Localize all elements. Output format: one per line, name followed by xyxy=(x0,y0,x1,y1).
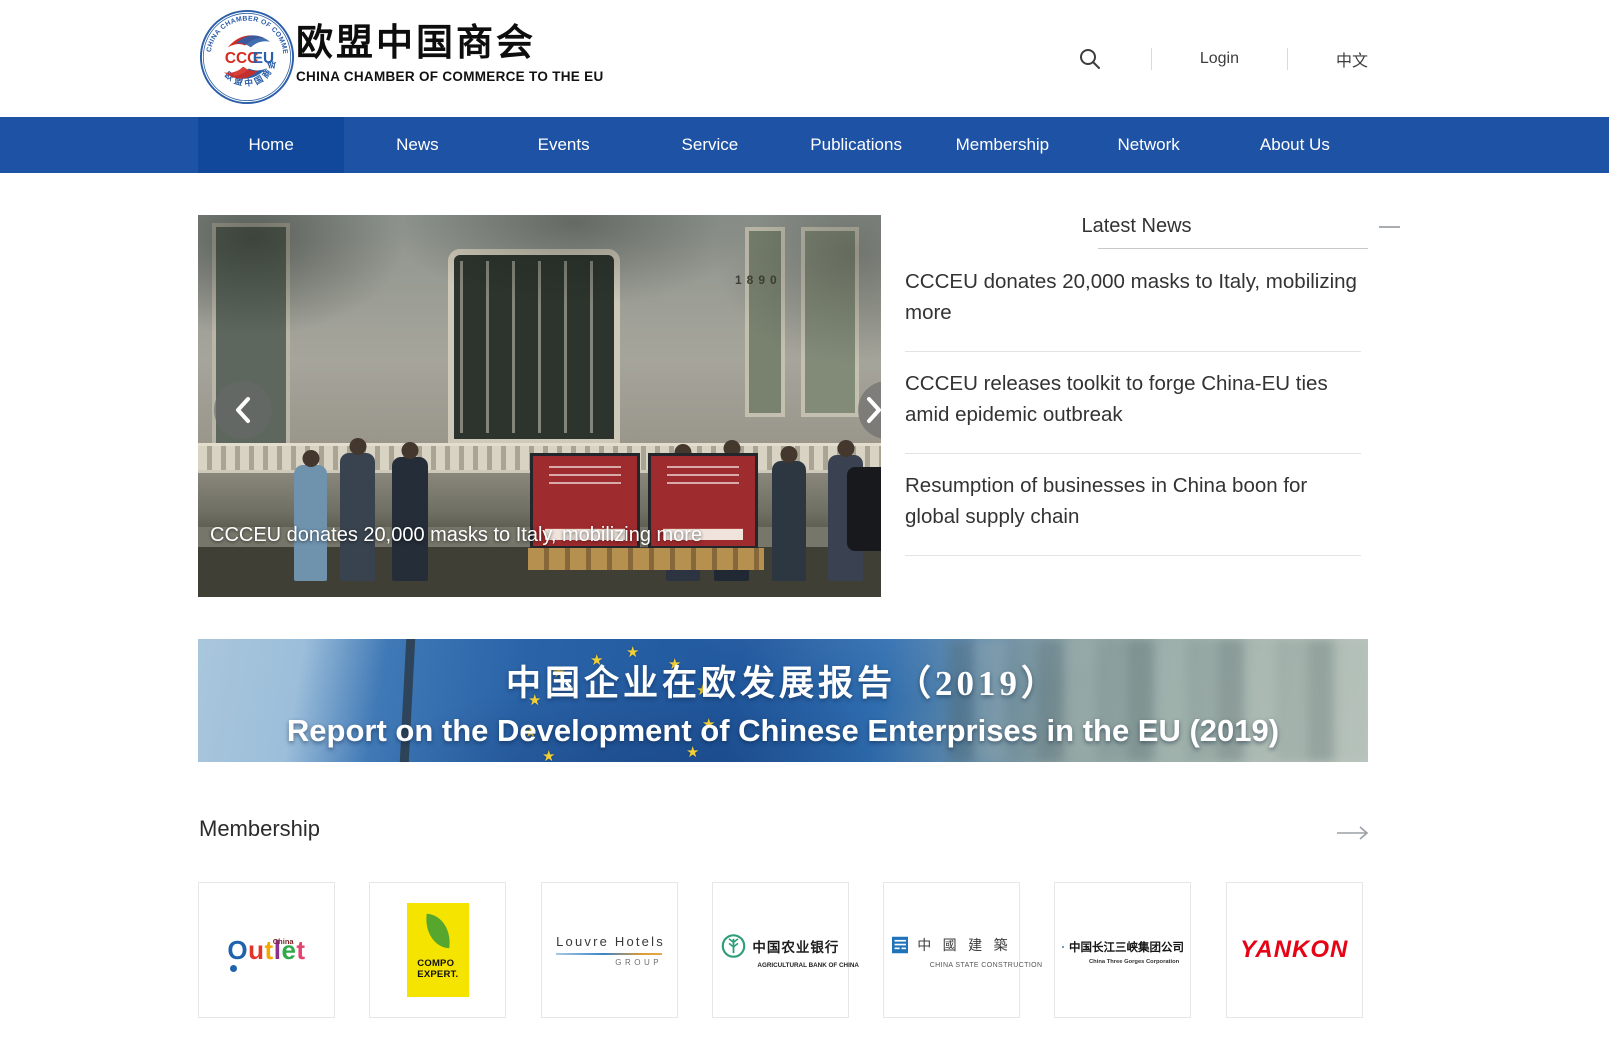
louvre-hotels-logo: Louvre Hotels GROUP xyxy=(556,934,662,967)
louvre-title: Louvre Hotels xyxy=(556,934,662,949)
nav-item-membership[interactable]: Membership xyxy=(929,117,1075,173)
language-toggle[interactable]: 中文 xyxy=(1336,47,1368,71)
compo-line1: COMPO xyxy=(417,959,458,970)
news-item[interactable]: CCCEU releases toolkit to forge China-EU… xyxy=(905,352,1361,454)
header-divider xyxy=(1151,48,1152,70)
leaf-icon xyxy=(423,914,452,949)
header: CHINA CHAMBER OF COMMERCE TO THE EU 欧盟中国… xyxy=(0,0,1609,117)
compo-line2: EXPERT. xyxy=(417,970,458,981)
main-nav: HomeNewsEventsServicePublicationsMembers… xyxy=(0,117,1609,173)
louvre-gradient-rule xyxy=(556,953,662,955)
member-card-china-state-construction[interactable]: 中 國 建 築 CHINA STATE CONSTRUCTION xyxy=(883,882,1020,1018)
compo-expert-logo: COMPO EXPERT. xyxy=(407,903,469,997)
cscec-emblem-icon xyxy=(892,932,909,958)
news-title-rule xyxy=(1098,248,1368,249)
outlet-letter: O xyxy=(227,935,248,965)
brand-title-cn: 欧盟中国商会 xyxy=(296,22,604,64)
header-divider xyxy=(1287,48,1288,70)
report-banner[interactable]: ★★★★★★★★★★ 中国企业在欧发展报告（2019） Report on th… xyxy=(198,639,1368,762)
membership-logo-row: Outlet China COMPO EXPERT. Louvre Hotels… xyxy=(198,882,1363,1018)
ctg-name-en: China Three Gorges Corporation xyxy=(1089,959,1184,965)
ctg-emblem-icon xyxy=(1062,936,1064,958)
yankon-logo: YANKON xyxy=(1240,936,1348,964)
member-card-china-three-gorges[interactable]: 中国长江三峡集团公司 China Three Gorges Corporatio… xyxy=(1054,882,1191,1018)
louvre-group-label: GROUP xyxy=(556,958,662,967)
chevron-right-icon xyxy=(865,396,881,424)
report-title-en: Report on the Development of Chinese Ent… xyxy=(198,713,1368,749)
membership-section-title: Membership xyxy=(199,816,320,842)
news-item[interactable]: Resumption of businesses in China boon f… xyxy=(905,454,1361,556)
news-item[interactable]: CCCEU donates 20,000 masks to Italy, mob… xyxy=(905,250,1361,352)
hero-carousel[interactable]: 1890 CCCEU donates 20,000 masks to Italy… xyxy=(198,215,881,597)
latest-news-title: Latest News xyxy=(905,215,1368,238)
abc-name-cn: 中国农业银行 xyxy=(752,936,839,956)
ctg-logo: 中国长江三峡集团公司 China Three Gorges Corporatio… xyxy=(1062,936,1184,965)
member-card-louvre-hotels[interactable]: Louvre Hotels GROUP xyxy=(541,882,678,1018)
carousel-prev-button[interactable] xyxy=(214,381,272,439)
outlet-letter: u xyxy=(248,935,264,965)
login-link[interactable]: Login xyxy=(1200,50,1239,68)
member-card-compo-expert[interactable]: COMPO EXPERT. xyxy=(369,882,506,1018)
seal-eu: EU xyxy=(253,50,274,67)
nav-items: HomeNewsEventsServicePublicationsMembers… xyxy=(198,117,1368,173)
cscec-logo: 中 國 建 築 CHINA STATE CONSTRUCTION xyxy=(892,932,1012,969)
abc-name-en: AGRICULTURAL BANK OF CHINA xyxy=(757,962,839,969)
cscec-name-cn: 中 國 建 築 xyxy=(917,935,1012,955)
chevron-left-icon xyxy=(234,396,252,424)
cscec-name-en: CHINA STATE CONSTRUCTION xyxy=(930,962,1012,969)
outlet-super-label: China xyxy=(273,929,294,955)
report-title-cn: 中国企业在欧发展报告（2019） xyxy=(198,655,1368,706)
nav-item-network[interactable]: Network xyxy=(1076,117,1222,173)
search-icon[interactable] xyxy=(1077,46,1103,72)
abc-logo: 中国农业银行 AGRICULTURAL BANK OF CHINA xyxy=(721,932,839,969)
nav-item-news[interactable]: News xyxy=(344,117,490,173)
news-list: CCCEU donates 20,000 masks to Italy, mob… xyxy=(905,250,1361,556)
eu-star-icon: ★ xyxy=(542,747,555,762)
abc-wheat-emblem-icon xyxy=(721,932,746,960)
member-card-yankon[interactable]: YANKON xyxy=(1226,882,1363,1018)
brand-block: 欧盟中国商会 CHINA CHAMBER OF COMMERCE TO THE … xyxy=(296,22,604,84)
header-actions: Login 中文 xyxy=(1077,0,1368,117)
nav-item-home[interactable]: Home xyxy=(198,117,344,173)
member-card-agricultural-bank[interactable]: 中国农业银行 AGRICULTURAL BANK OF CHINA xyxy=(712,882,849,1018)
latest-news-section: Latest News CCCEU donates 20,000 masks t… xyxy=(905,215,1368,238)
membership-more-arrow-icon[interactable] xyxy=(1336,825,1370,841)
outlet-logo: Outlet China xyxy=(227,937,305,963)
nav-item-service[interactable]: Service xyxy=(637,117,783,173)
member-card-outlet-china[interactable]: Outlet China xyxy=(198,882,335,1018)
outlet-letter: t xyxy=(296,935,305,965)
ctg-name-cn: 中国长江三峡集团公司 xyxy=(1069,939,1184,955)
nav-item-publications[interactable]: Publications xyxy=(783,117,929,173)
page: CHINA CHAMBER OF COMMERCE TO THE EU 欧盟中国… xyxy=(0,0,1609,1060)
outlet-dot xyxy=(230,965,237,972)
brand-title-en: CHINA CHAMBER OF COMMERCE TO THE EU xyxy=(296,69,604,84)
news-more-dash[interactable] xyxy=(1379,226,1400,228)
nav-item-events[interactable]: Events xyxy=(491,117,637,173)
carousel-caption[interactable]: CCCEU donates 20,000 masks to Italy, mob… xyxy=(210,524,702,547)
nav-item-about-us[interactable]: About Us xyxy=(1222,117,1368,173)
ccceu-seal-logo[interactable]: CHINA CHAMBER OF COMMERCE TO THE EU 欧盟中国… xyxy=(199,9,295,105)
